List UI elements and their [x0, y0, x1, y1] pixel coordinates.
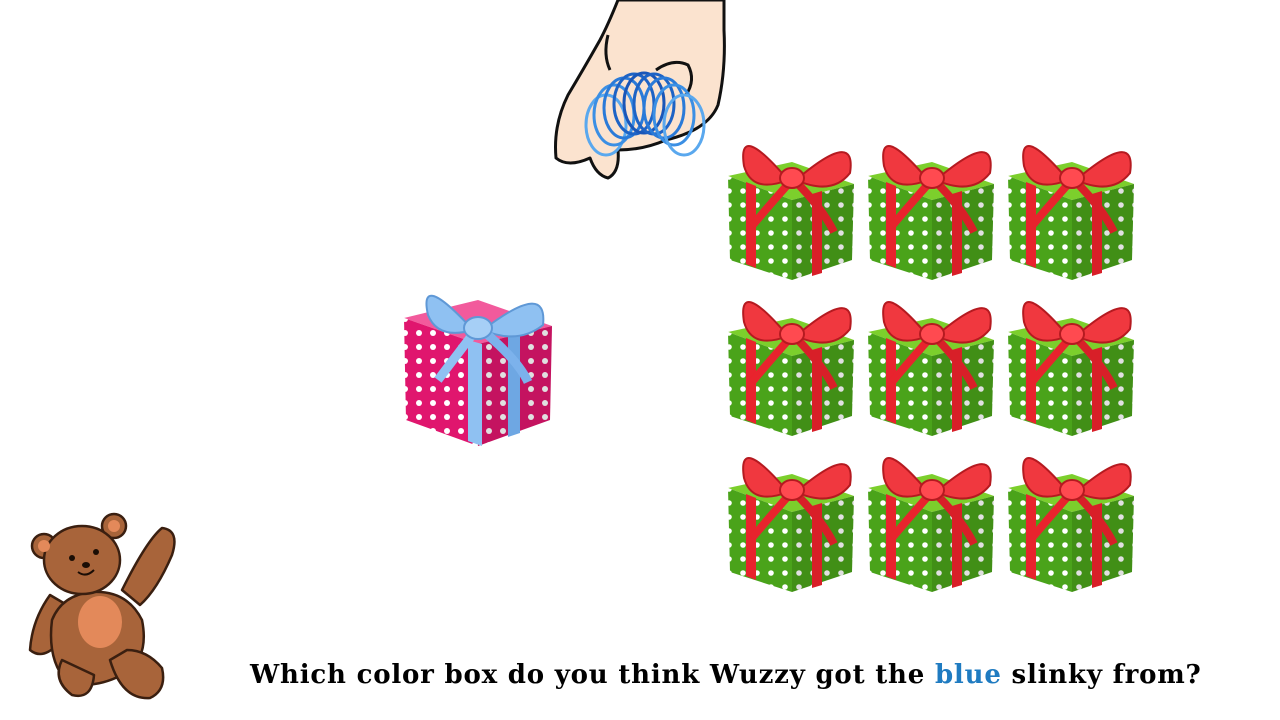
question-text-start: Which color box do you think Wuzzy got t… — [250, 660, 926, 690]
teddy-bear-icon — [28, 512, 176, 700]
green-gift-box-icon — [868, 458, 994, 592]
green-gift-box-icon — [728, 146, 854, 280]
green-gift-box-icon — [868, 302, 994, 436]
hand-holding-slinky-icon — [554, 0, 726, 180]
green-gift-grid — [720, 126, 1140, 596]
green-gift-box-icon — [868, 146, 994, 280]
question-highlight-word: blue — [934, 660, 1002, 690]
green-gift-box-icon — [728, 458, 854, 592]
green-gift-box-icon — [1008, 458, 1134, 592]
green-gift-box-icon — [728, 302, 854, 436]
green-gift-box-icon — [1008, 146, 1134, 280]
question-text: Which color box do you think Wuzzy got t… — [250, 660, 1250, 700]
green-gift-box-icon — [1008, 302, 1134, 436]
pink-gift-box-icon — [404, 294, 552, 446]
question-text-end: slinky from? — [1011, 660, 1202, 690]
